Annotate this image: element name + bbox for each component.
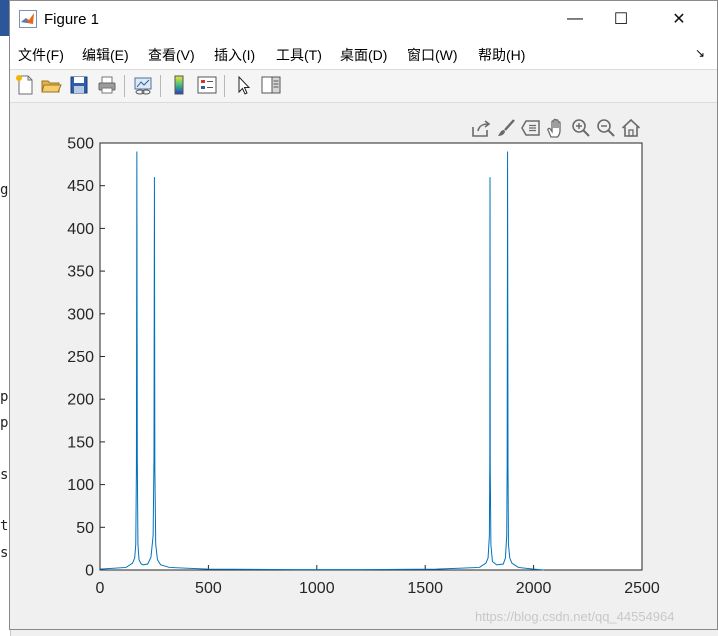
y-tick-label: 250 [67,349,94,366]
x-tick-label: 500 [195,580,222,597]
y-tick-label: 200 [67,392,94,409]
plot-area[interactable]: 0 50 100 150 200 250 300 350 400 450 500 0 500 1000 1… [10,129,710,609]
matlab-logo-icon [19,10,37,28]
y-tick-label: 150 [67,434,94,451]
y-tick-label: 0 [85,563,94,580]
background-text-fragment: t [0,518,9,534]
minimize-button[interactable]: — [552,1,598,37]
maximize-icon: ☐ [613,11,629,28]
property-inspector-icon[interactable] [260,74,282,96]
minimize-icon: — [567,10,583,27]
y-tick-label: 350 [67,264,94,281]
new-figure-icon[interactable] [14,74,36,96]
dock-figure-icon[interactable]: ↘ [695,46,705,60]
menu-edit[interactable]: 编辑(E) [82,45,129,65]
y-tick-label: 100 [67,477,94,494]
watermark-text: https://blog.csdn.net/qq_44554964 [475,609,675,624]
y-tick-label: 400 [67,221,94,238]
colorbar-icon[interactable] [168,74,190,96]
menu-desktop[interactable]: 桌面(D) [340,45,387,65]
background-text-fragment: p [0,389,9,405]
print-icon[interactable] [96,74,118,96]
x-tick-label: 0 [96,580,105,597]
menu-view[interactable]: 查看(V) [148,45,195,65]
y-tick-label: 450 [67,178,94,195]
menu-help[interactable]: 帮助(H) [478,45,525,65]
background-text-fragment: g [0,182,9,198]
background-text-fragment: p [0,415,9,431]
toolbar-separator [160,75,161,97]
open-file-icon[interactable] [40,74,62,96]
maximize-button[interactable]: ☐ [598,1,644,37]
y-axis: 0 50 100 150 200 250 300 350 400 450 500 [67,136,105,580]
menu-insert[interactable]: 插入(I) [214,45,255,65]
save-icon[interactable] [68,74,90,96]
background-text-fragment: s [0,545,9,561]
figure-toolbar [10,69,717,103]
toolbar-separator [224,75,225,97]
link-plot-icon[interactable] [132,74,154,96]
title-bar[interactable]: Figure 1 — ☐ ✕ [10,1,717,37]
axes-box [99,142,643,571]
toolbar-separator [124,75,125,97]
close-icon: ✕ [672,11,686,28]
close-button[interactable]: ✕ [656,1,702,37]
y-tick-label: 300 [67,306,94,323]
y-tick-label: 500 [67,136,94,153]
x-tick-label: 1500 [407,580,443,597]
y-tick-label: 50 [76,520,94,537]
menu-tools[interactable]: 工具(T) [276,45,322,65]
menu-bar: 文件(F) 编辑(E) 查看(V) 插入(I) 工具(T) 桌面(D) 窗口(W… [10,37,717,69]
edit-plot-pointer-icon[interactable] [232,74,254,96]
window-title: Figure 1 [44,11,100,28]
menu-window[interactable]: 窗口(W) [407,45,458,65]
menu-file[interactable]: 文件(F) [18,45,64,65]
x-tick-label: 2000 [516,580,552,597]
x-tick-label: 2500 [624,580,660,597]
legend-icon[interactable] [196,74,218,96]
background-text-fragment: s [0,467,9,483]
x-tick-label: 1000 [299,580,335,597]
figure-window: Figure 1 — ☐ ✕ 文件(F) 编辑(E) 查看(V) 插入(I) 工… [9,0,718,630]
